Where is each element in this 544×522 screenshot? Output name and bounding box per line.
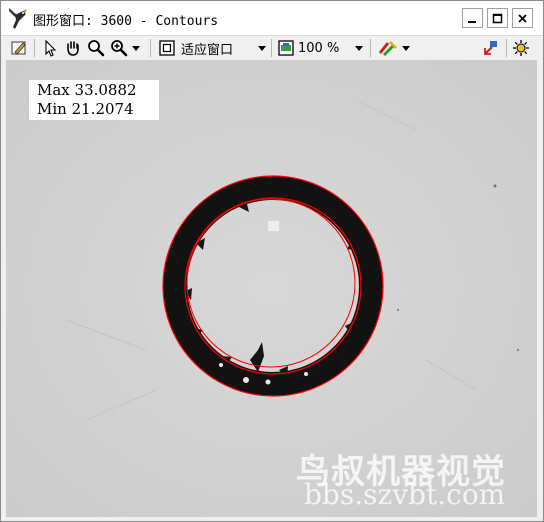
chevron-down-icon <box>132 45 140 51</box>
close-button[interactable] <box>512 8 533 28</box>
fit-dropdown-button[interactable] <box>258 38 266 58</box>
toolbar: 适应窗口 100 % <box>1 35 543 60</box>
max-value: Max 33.0882 <box>37 81 137 99</box>
settings-button[interactable] <box>512 38 530 58</box>
zoom-in-tool-button[interactable] <box>110 38 128 58</box>
fit-icon <box>159 40 175 56</box>
export-button[interactable] <box>482 38 500 58</box>
draw-style-button[interactable] <box>378 38 398 58</box>
edit-tool-button[interactable] <box>10 38 28 58</box>
hand-icon <box>67 41 79 56</box>
zoom-tool-button[interactable] <box>87 38 105 58</box>
maximize-button[interactable] <box>487 8 508 28</box>
watermark-url: bbs.szvbt.com <box>304 478 506 511</box>
measurement-box: Max 33.0882 Min 21.2074 <box>29 80 159 120</box>
graphics-window: 图形窗口: 3600 - Contours 适应窗口 100 % Max 33.… <box>0 0 544 522</box>
fit-window-button[interactable]: 适应窗口 <box>158 38 233 58</box>
app-bird-icon <box>9 8 27 29</box>
export-icon <box>484 41 497 55</box>
title-bar[interactable]: 图形窗口: 3600 - Contours <box>1 1 543 35</box>
fit-window-label: 适应窗口 <box>181 42 234 58</box>
chevron-down-icon <box>258 45 266 51</box>
pointer-icon <box>45 39 57 57</box>
chevron-down-icon <box>355 45 363 51</box>
chevron-down-icon <box>402 45 410 51</box>
settings-icon <box>513 40 529 56</box>
zoom-percent-icon <box>278 40 294 56</box>
zoom-dropdown-button[interactable] <box>132 38 140 58</box>
pointer-tool-button[interactable] <box>41 38 59 58</box>
image-canvas[interactable]: Max 33.0882 Min 21.2074 鸟叔机器视觉 bbs.szvbt… <box>6 60 537 517</box>
min-value: Min 21.2074 <box>37 100 134 118</box>
close-icon <box>518 13 527 23</box>
zoom-in-icon <box>111 40 128 57</box>
zoom-percent-label: 100 % <box>298 40 340 56</box>
draw-style-dropdown-button[interactable] <box>402 38 410 58</box>
paint-icon <box>378 41 397 57</box>
edit-icon <box>11 41 26 55</box>
minimize-icon <box>468 20 476 23</box>
zoom-percent-button[interactable]: 100 % <box>277 38 339 58</box>
pan-tool-button[interactable] <box>64 38 82 58</box>
minimize-button[interactable] <box>462 8 483 28</box>
zoom-icon <box>88 40 105 57</box>
zoom-percent-dropdown-button[interactable] <box>355 38 363 58</box>
window-title: 图形窗口: 3600 - Contours <box>33 14 219 29</box>
maximize-icon <box>492 13 503 23</box>
